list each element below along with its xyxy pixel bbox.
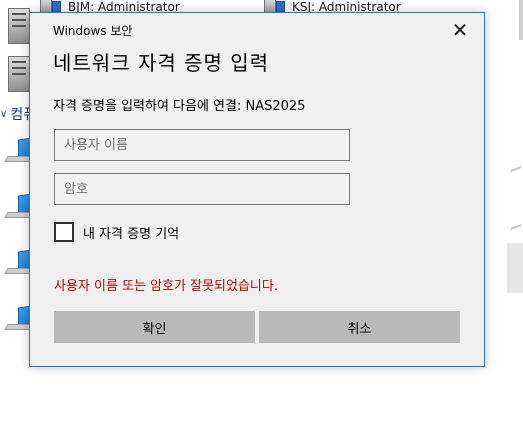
partial-icon bbox=[511, 166, 521, 176]
selected-item-highlight bbox=[507, 243, 523, 293]
partial-icon bbox=[519, 0, 523, 40]
nas-device-icon[interactable] bbox=[8, 56, 30, 92]
username-field[interactable] bbox=[54, 129, 350, 161]
credential-dialog: Windows 보안 ✕ 네트워크 자격 증명 입력 자격 증명을 입력하여 다… bbox=[29, 12, 485, 367]
error-message: 사용자 이름 또는 암호가 잘못되었습니다. bbox=[54, 279, 278, 294]
title-bar[interactable]: Windows 보안 ✕ bbox=[30, 13, 484, 45]
close-button[interactable]: ✕ bbox=[446, 19, 474, 41]
cancel-button[interactable]: 취소 bbox=[259, 311, 460, 343]
remember-checkbox[interactable] bbox=[54, 222, 74, 242]
dialog-heading: 네트워크 자격 증명 입력 bbox=[53, 51, 270, 75]
ok-button[interactable]: 확인 bbox=[54, 311, 255, 343]
partial-icon bbox=[511, 224, 521, 234]
connect-target-text: 자격 증명을 입력하여 다음에 연결: NAS2025 bbox=[53, 99, 306, 114]
chevron-down-icon: ∨ bbox=[0, 108, 8, 120]
nas-device-icon[interactable] bbox=[8, 8, 30, 44]
remember-credentials-option[interactable]: 내 자격 증명 기억 bbox=[54, 222, 179, 242]
password-field[interactable] bbox=[54, 173, 350, 205]
remember-label: 내 자격 증명 기억 bbox=[83, 226, 180, 242]
dialog-title: Windows 보안 bbox=[53, 24, 133, 38]
